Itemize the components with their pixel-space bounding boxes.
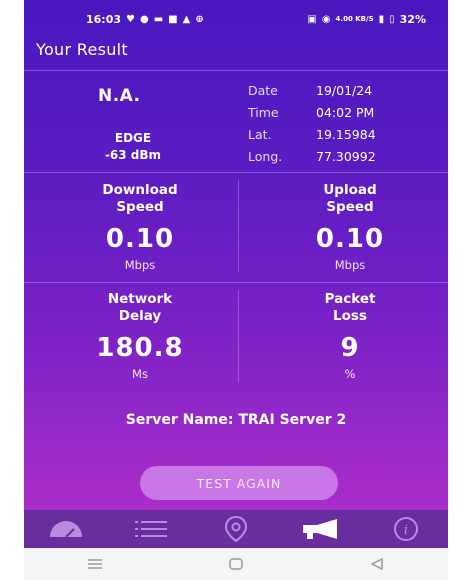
loss-title: Packet Loss bbox=[260, 291, 440, 325]
location-pin-icon bbox=[224, 515, 247, 543]
upload-title-line2: Speed bbox=[326, 199, 374, 215]
signal-strength: -63 dBm bbox=[104, 148, 162, 162]
status-time: 16:03 bbox=[86, 12, 122, 26]
upload-value: 0.10 bbox=[315, 224, 385, 254]
tab-list[interactable] bbox=[121, 510, 181, 548]
tab-info[interactable]: i bbox=[376, 510, 436, 548]
status-right: ▣ ◉ 4.00 KB/S ▮ ▯ 32% bbox=[307, 13, 426, 26]
tab-announcements[interactable] bbox=[291, 510, 351, 548]
long-label: Long. bbox=[248, 149, 283, 164]
delay-title-line2: Delay bbox=[118, 308, 162, 324]
bottom-nav: i bbox=[24, 510, 448, 548]
server-name: Server Name: TRAI Server 2 bbox=[125, 412, 347, 428]
download-unit: Mbps bbox=[124, 258, 156, 272]
test-metadata: Date 19/01/24 Time 04:02 PM Lat. 19.1598… bbox=[248, 80, 376, 168]
page-title: Your Result bbox=[36, 40, 128, 59]
network-speed: 4.00 KB/S bbox=[335, 14, 374, 23]
signal-icon: ▮ bbox=[378, 13, 385, 25]
megaphone-icon bbox=[302, 519, 337, 539]
phone-frame: 16:03 ♥ ● ▬ ■ ▲ ⊕ ▣ ◉ 4.00 KB/S ▮ ▯ 32% … bbox=[24, 0, 448, 580]
gps-icon: ◉ bbox=[321, 13, 331, 25]
upload-title: Upload Speed bbox=[260, 182, 440, 216]
tab-location[interactable] bbox=[206, 510, 266, 548]
recent-apps-icon[interactable] bbox=[86, 557, 104, 571]
download-title-line1: Download bbox=[102, 182, 178, 198]
loss-title-line2: Loss bbox=[333, 308, 367, 324]
video-icon: ▬ bbox=[153, 13, 164, 25]
loss-value: 9 bbox=[340, 333, 360, 363]
date-row: Date 19/01/24 bbox=[248, 80, 376, 102]
notification-icon: ♥ bbox=[126, 13, 135, 25]
network-delay-metric: Network Delay 180.8 Ms bbox=[50, 291, 230, 381]
result-screen: 16:03 ♥ ● ▬ ■ ▲ ⊕ ▣ ◉ 4.00 KB/S ▮ ▯ 32% … bbox=[24, 0, 448, 548]
long-value: 77.30992 bbox=[316, 149, 376, 164]
upload-title-line1: Upload bbox=[323, 182, 377, 198]
time-row: Time 04:02 PM bbox=[248, 102, 376, 124]
divider bbox=[24, 172, 448, 173]
vertical-divider bbox=[238, 180, 239, 272]
time-value: 04:02 PM bbox=[316, 105, 375, 120]
battery-percent: 32% bbox=[399, 12, 426, 26]
system-nav-bar bbox=[24, 548, 448, 580]
delay-title-line1: Network bbox=[107, 291, 173, 307]
test-again-button[interactable]: TEST AGAIN bbox=[140, 466, 338, 500]
upload-speed-metric: Upload Speed 0.10 Mbps bbox=[260, 182, 440, 272]
speedometer-icon bbox=[50, 521, 83, 538]
back-icon[interactable] bbox=[368, 557, 386, 571]
divider bbox=[24, 70, 448, 71]
download-speed-metric: Download Speed 0.10 Mbps bbox=[50, 182, 230, 272]
lock-icon: ⊕ bbox=[195, 13, 204, 25]
vertical-divider bbox=[238, 290, 239, 382]
info-icon: i bbox=[393, 517, 418, 541]
lat-row: Lat. 19.15984 bbox=[248, 124, 376, 146]
tab-speedometer[interactable] bbox=[36, 510, 96, 548]
list-icon bbox=[135, 521, 168, 537]
delay-value: 180.8 bbox=[96, 333, 184, 363]
battery-icon: ▯ bbox=[389, 13, 395, 25]
date-label: Date bbox=[248, 83, 278, 98]
delay-title: Network Delay bbox=[50, 291, 230, 325]
operator-name: N.A. bbox=[98, 86, 141, 106]
download-title-line2: Speed bbox=[116, 199, 164, 215]
time-label: Time bbox=[248, 105, 279, 120]
lat-value: 19.15984 bbox=[316, 127, 376, 142]
download-value: 0.10 bbox=[105, 224, 175, 254]
status-left: 16:03 ♥ ● ▬ ■ ▲ ⊕ bbox=[86, 13, 204, 26]
nfc-icon: ▣ bbox=[307, 13, 317, 25]
svg-text:i: i bbox=[403, 523, 407, 538]
delay-unit: Ms bbox=[132, 367, 148, 381]
network-info: EDGE -63 dBm bbox=[88, 130, 178, 164]
lat-label: Lat. bbox=[248, 127, 272, 142]
long-row: Long. 77.30992 bbox=[248, 146, 376, 168]
network-type: EDGE bbox=[114, 131, 152, 145]
date-value: 19/01/24 bbox=[316, 83, 373, 98]
upload-unit: Mbps bbox=[334, 258, 366, 272]
alert-icon: ▲ bbox=[182, 13, 191, 25]
home-icon[interactable] bbox=[227, 557, 245, 571]
packet-loss-metric: Packet Loss 9 % bbox=[260, 291, 440, 381]
download-title: Download Speed bbox=[50, 182, 230, 216]
app-icon: ■ bbox=[168, 13, 178, 25]
status-bar: 16:03 ♥ ● ▬ ■ ▲ ⊕ ▣ ◉ 4.00 KB/S ▮ ▯ 32% bbox=[24, 0, 448, 38]
location-icon: ● bbox=[139, 13, 149, 25]
loss-unit: % bbox=[344, 367, 356, 381]
loss-title-line1: Packet bbox=[324, 291, 376, 307]
divider bbox=[24, 282, 448, 283]
